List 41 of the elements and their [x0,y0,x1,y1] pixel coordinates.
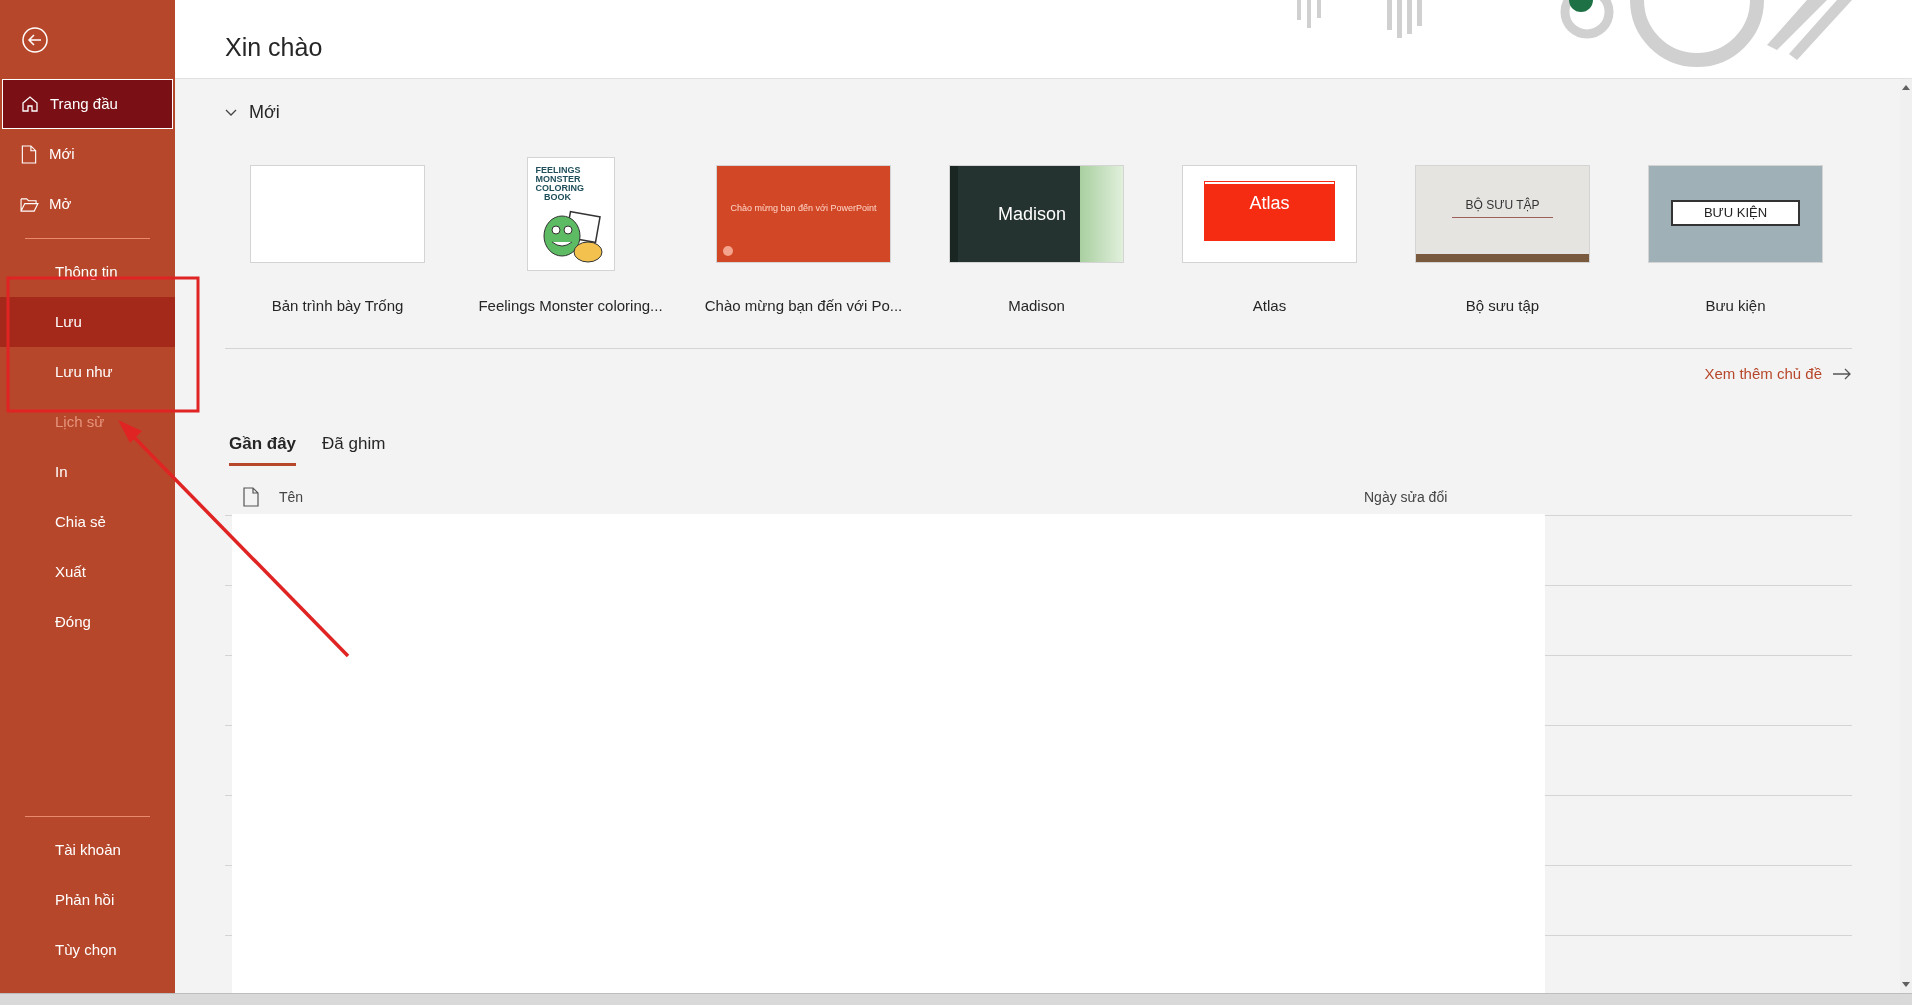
nav-item[interactable]: In [0,447,175,497]
nav-item[interactable]: Thông tin [0,247,175,297]
template-card[interactable]: Chào mừng bạn đến với PowerPoint Chào mừng bạn đến với Po... [687,157,920,318]
thumbnail-title: Atlas [1205,182,1334,240]
column-header[interactable]: Ngày sửa đổi [1364,486,1448,508]
greeting-title: Xin chào [225,31,323,63]
nav-item[interactable]: Lưu [0,297,175,347]
file-icon [243,487,259,507]
section-toggle[interactable]: Mới [225,98,280,126]
nav-item[interactable]: Lưu như [0,347,175,397]
nav-item[interactable]: Chia sẻ [0,497,175,547]
arrow-right-icon [1832,367,1852,380]
tab[interactable]: Gần đây [229,431,297,466]
nav-item[interactable]: Đóng [0,597,175,647]
nav-item[interactable]: Xuất [0,547,175,597]
nav-item[interactable]: Tùy chọn [0,925,175,975]
nav-item[interactable]: Phản hồi [0,875,175,925]
thumbnail-title: Madison [998,202,1067,226]
back-button[interactable] [22,26,48,53]
folder-icon [19,196,39,212]
nav-item[interactable]: Tài khoản [0,825,175,875]
nav-item[interactable]: Mở [0,179,175,229]
more-themes-link[interactable]: Xem thêm chủ đề [1704,362,1852,385]
column-header[interactable]: Tên [279,486,304,508]
thumbnail-title: BỘ SƯU TẬP [1452,196,1553,218]
template-card[interactable]: FEELINGS MONSTER COLORING BOOK Feelings Monster coloring... [454,157,687,318]
home-icon [21,95,39,113]
scroll-down-icon[interactable] [1901,981,1911,989]
scroll-up-icon[interactable] [1901,83,1911,91]
file-icon [21,144,37,164]
template-card[interactable]: BỘ SƯU TẬP Bộ sưu tập [1386,157,1619,318]
thumbnail-title: BƯU KIỆN [1671,200,1800,226]
template-card[interactable]: Atlas Atlas [1153,157,1386,318]
nav-item[interactable]: Trang đầu [2,79,173,129]
template-card[interactable]: BƯU KIỆN Bưu kiện [1619,157,1852,318]
nav-item[interactable]: Mới [0,129,175,179]
template-card[interactable]: Bản trình bày Trống [221,157,454,318]
logo-mark-icon [723,246,733,256]
tab[interactable]: Đã ghim [322,431,386,466]
template-card[interactable]: Madison Madison [920,157,1153,318]
thumbnail-title: Chào mừng bạn đến với PowerPoint [730,203,877,213]
